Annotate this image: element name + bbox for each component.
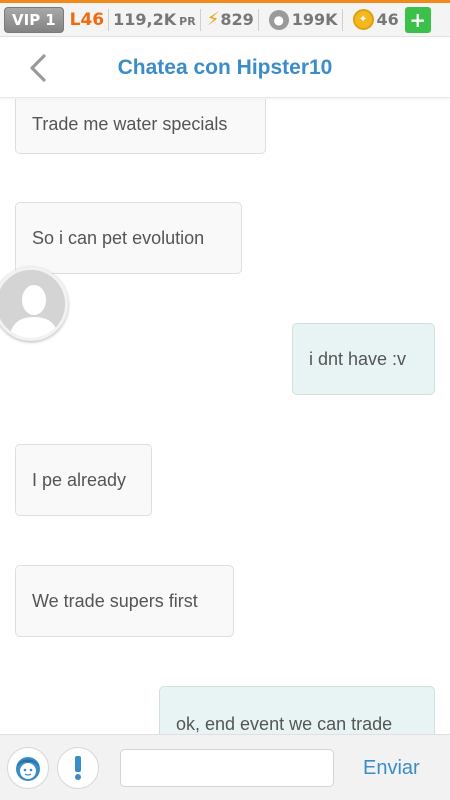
message-bubble: i dnt have :v <box>292 323 435 395</box>
message-bubble: Trade me water specials <box>15 99 266 154</box>
divider <box>257 8 259 31</box>
avatar[interactable] <box>0 267 68 341</box>
divider <box>199 8 201 31</box>
message-input[interactable] <box>120 749 334 787</box>
message-text: I pe already <box>32 469 127 490</box>
paws-value: 199K <box>291 10 338 29</box>
exclamation-icon <box>75 756 81 780</box>
chat-header: Chatea con Hipster10 <box>0 38 450 98</box>
vip-level: 1 <box>45 10 56 29</box>
lightning-icon: ⚡ <box>206 9 220 30</box>
message-text: Trade me water specials <box>32 114 228 134</box>
profile-button[interactable] <box>7 747 49 789</box>
energy-value: 829 <box>220 10 254 29</box>
message-text: ok, end event we can trade <box>176 714 393 734</box>
paw-icon: ● <box>268 9 289 30</box>
message-text: We trade supers first <box>32 590 198 611</box>
message-bubble: We trade supers first <box>15 565 234 637</box>
divider <box>108 8 110 31</box>
coin-icon: ✦ <box>352 9 374 30</box>
message-bubble: I pe already <box>15 444 152 516</box>
vip-label: VIP <box>12 10 41 29</box>
pr-stat: 119,2K PR <box>113 10 196 29</box>
add-coins-button[interactable]: + <box>404 6 431 33</box>
send-button[interactable]: Enviar <box>363 757 420 780</box>
pr-unit: PR <box>179 15 196 28</box>
page-title: Chatea con Hipster10 <box>117 56 333 79</box>
player-level: L46 <box>69 9 105 30</box>
resource-status-bar: VIP 1 L46 119,2K PR ⚡ 829 ● 199K ✦ 46 + <box>0 3 450 37</box>
pr-value: 119,2K <box>113 10 177 29</box>
divider <box>341 8 343 31</box>
message-bubble: ok, end event we can trade <box>159 686 435 734</box>
default-user-icon <box>0 270 65 338</box>
chat-messages[interactable]: Trade me water specials So i can pet evo… <box>0 99 450 734</box>
message-text: So i can pet evolution <box>32 227 205 248</box>
message-text: i dnt have :v <box>309 348 407 369</box>
profile-face-icon <box>16 757 40 781</box>
vip-badge[interactable]: VIP 1 <box>4 6 64 33</box>
message-input-bar: Enviar <box>0 734 450 800</box>
coins-value: 46 <box>376 10 399 29</box>
report-button[interactable] <box>57 747 99 789</box>
message-bubble: So i can pet evolution <box>15 202 242 274</box>
